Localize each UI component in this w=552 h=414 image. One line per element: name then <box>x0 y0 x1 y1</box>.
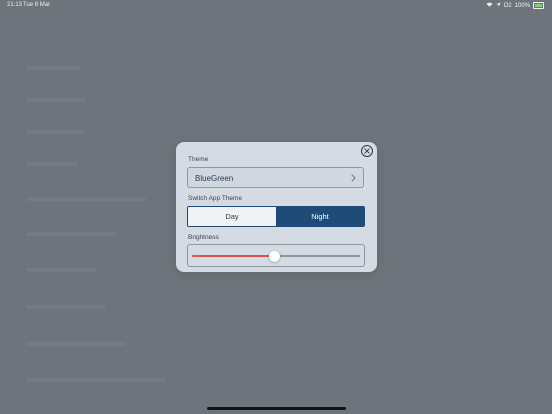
brightness-slider-container <box>187 244 365 267</box>
carrier-label: O2 <box>503 2 512 9</box>
chevron-right-icon <box>351 174 356 182</box>
background-list-item <box>26 98 86 102</box>
background-list-item <box>26 342 126 346</box>
theme-label: Theme <box>188 156 209 163</box>
day-night-segmented-control: Day Night <box>187 206 365 227</box>
brightness-slider-track[interactable] <box>192 250 360 262</box>
background-list-item <box>26 66 81 70</box>
background-list-item <box>26 305 106 309</box>
background-list-item <box>26 130 84 134</box>
status-date: Tue 8 Mar <box>23 2 51 8</box>
background-list-item <box>26 268 96 272</box>
battery-percent: 100% <box>514 2 530 9</box>
brightness-slider-thumb[interactable] <box>268 250 280 262</box>
status-bar: 21:13 Tue 8 Mar O2 100% <box>0 0 552 12</box>
background-list-item <box>26 378 166 382</box>
location-icon <box>496 2 501 9</box>
background-list-item <box>26 197 146 201</box>
switch-theme-label: Switch App Theme <box>188 195 243 202</box>
background-list-item <box>26 232 116 236</box>
theme-settings-popover: Theme BlueGreen Switch App Theme Day Nig… <box>176 142 377 272</box>
home-indicator <box>207 407 346 410</box>
day-segment[interactable]: Day <box>188 207 276 226</box>
theme-value: BlueGreen <box>195 174 234 183</box>
brightness-label: Brightness <box>188 234 219 241</box>
wifi-icon <box>486 2 493 9</box>
close-icon <box>364 148 370 154</box>
close-button[interactable] <box>361 145 373 157</box>
status-time: 21:13 <box>7 2 23 8</box>
theme-selector[interactable]: BlueGreen <box>187 167 364 188</box>
brightness-slider-fill <box>192 255 275 257</box>
status-right: O2 100% <box>486 2 544 9</box>
night-segment[interactable]: Night <box>276 207 364 226</box>
background-list-item <box>26 162 78 166</box>
battery-icon <box>533 2 544 9</box>
